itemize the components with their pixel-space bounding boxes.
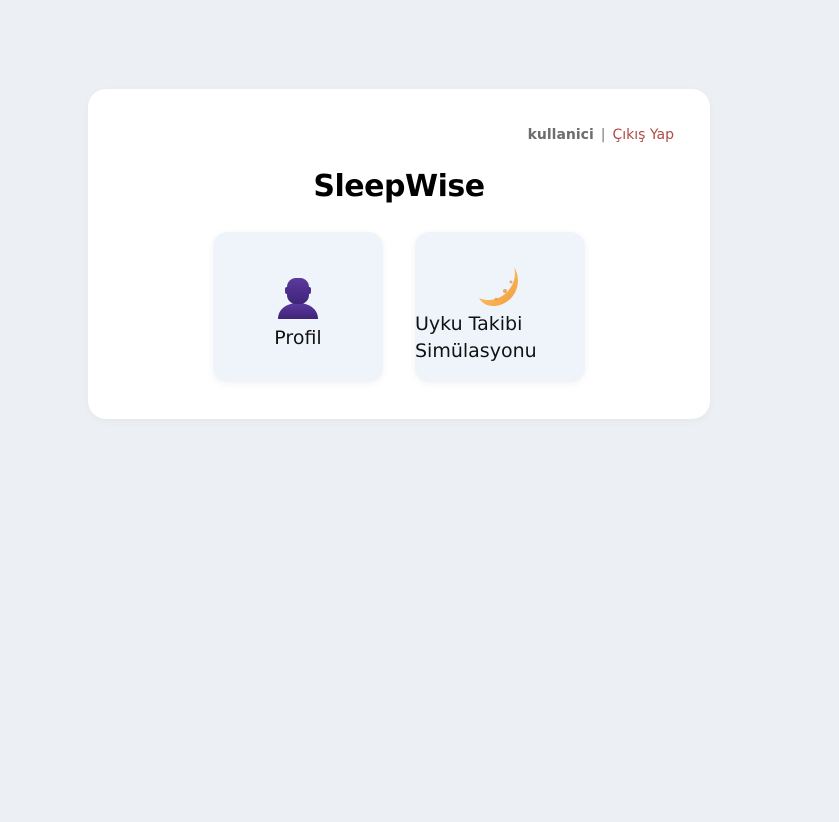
page-title: SleepWise bbox=[313, 169, 485, 204]
person-icon bbox=[213, 276, 383, 320]
sleep-tracking-card[interactable]: Uyku Takibi Simülasyonu bbox=[415, 232, 585, 382]
sleep-tracking-card-label: Uyku Takibi Simülasyonu bbox=[415, 313, 537, 362]
profile-card[interactable]: Profil bbox=[213, 232, 383, 382]
username-label: kullanici bbox=[527, 127, 594, 143]
separator: | bbox=[600, 127, 606, 143]
main-panel: kullanici | Çıkış Yap SleepWise Profil U… bbox=[88, 89, 710, 419]
profile-card-label: Profil bbox=[274, 327, 322, 349]
logout-link[interactable]: Çıkış Yap bbox=[613, 127, 675, 143]
crescent-moon-icon bbox=[415, 265, 585, 307]
user-bar: kullanici | Çıkış Yap bbox=[528, 127, 674, 143]
